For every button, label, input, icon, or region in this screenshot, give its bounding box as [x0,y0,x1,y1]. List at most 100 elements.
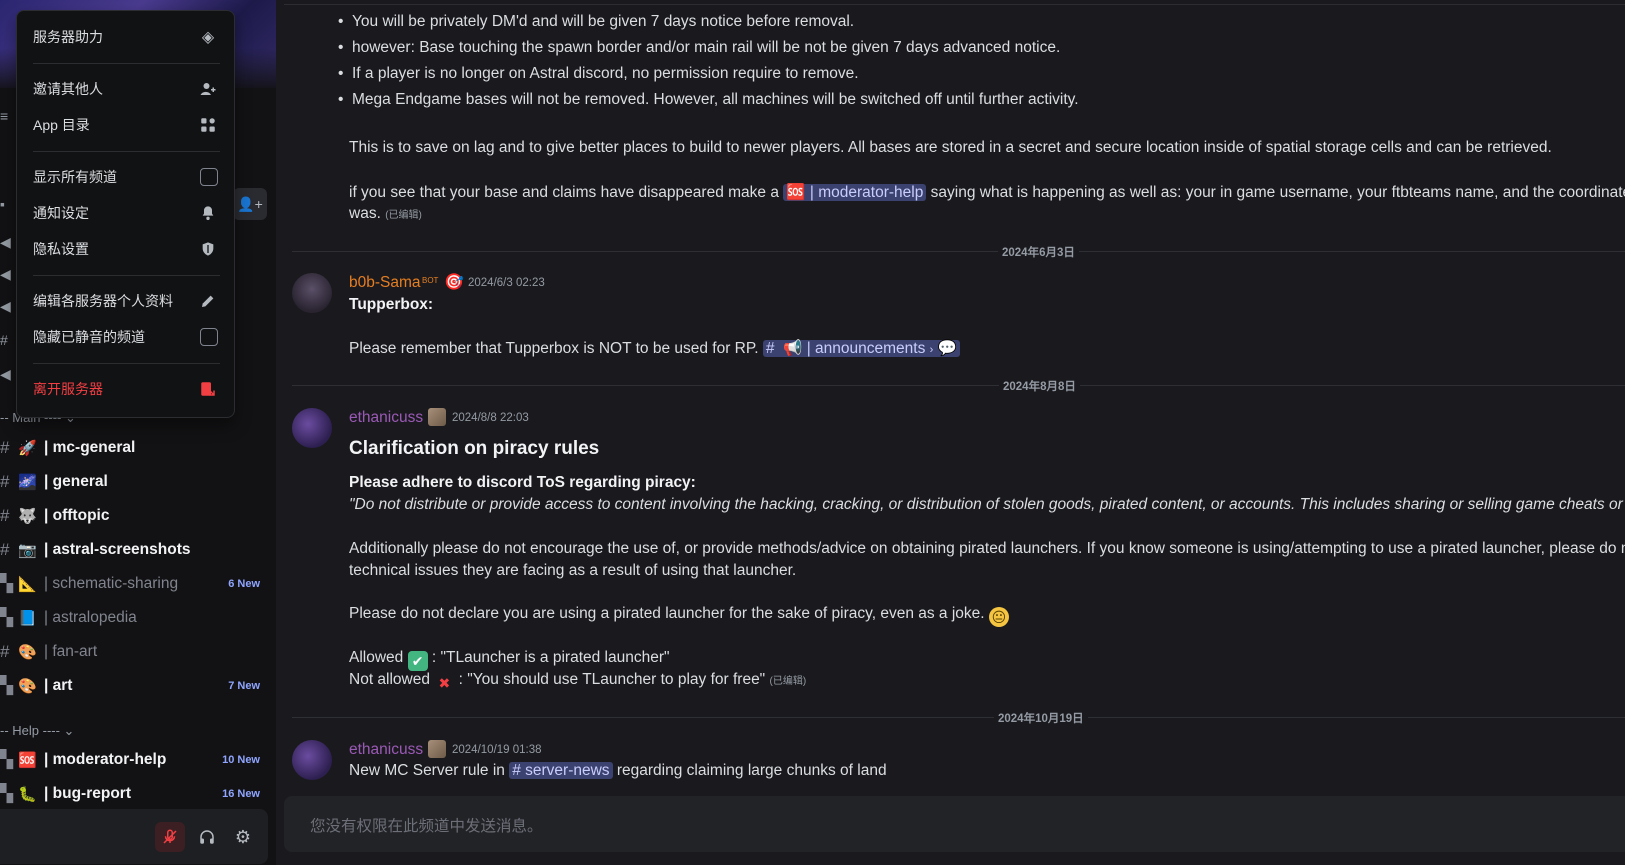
channel-astralopedia[interactable]: ▚ 📘 | astralopedia [0,603,266,633]
speaker-icon[interactable]: ◀ [0,234,11,251]
menu-item-hide-muted-channels[interactable]: 隐藏已静音的频道 [25,321,226,353]
mic-off-icon [163,829,177,844]
avatar[interactable] [292,740,332,780]
edited-tag: (已编辑) [769,676,807,687]
menu-item-show-all-channels[interactable]: 显示所有频道 [25,161,226,193]
invite-button[interactable]: 👤+ [233,188,267,220]
message-bullet: however: Base touching the spawn border … [338,39,1060,57]
message-text: New MC Server rule in # server-news rega… [349,762,887,780]
palette-icon: 🎨 [18,678,37,695]
channel-schematic-sharing[interactable]: ▚ 📐 | schematic-sharing 6 New [0,569,266,599]
menu-item-invite[interactable]: 邀请其他人 [25,73,226,105]
sos-icon: 🆘 [786,184,806,201]
checkbox[interactable] [200,328,218,346]
channel-name: | art [44,677,73,694]
megaphone-icon: 📢 [783,340,803,357]
username[interactable]: ethanicuss [349,741,423,759]
forum-icon: ▚ [0,676,14,695]
deafen-button[interactable] [192,822,222,852]
message-composer[interactable]: 您没有权限在此频道中发送消息。 [284,796,1625,852]
channel-mention-server-news[interactable]: # server-news [509,762,613,779]
channel-name: | schematic-sharing [44,575,179,592]
date-label: 2024年10月19日 [994,710,1088,726]
channel-fan-art[interactable]: # 🎨 | fan-art [0,637,266,667]
menu-item-server-boost[interactable]: 服务器助力 ◈ [25,21,226,53]
message-text: was. [349,205,381,222]
channel-mc-general[interactable]: # 🚀 | mc-general [0,433,266,463]
category-help[interactable]: -- Help ---- ⌄ [0,723,74,739]
message-text: Please do not declare you are using a pi… [349,605,985,622]
galaxy-icon: 🌌 [18,474,37,491]
message-text: Allowed ✔ : "TLauncher is a pirated laun… [349,649,670,671]
mention-label: | moderator-help [809,184,924,201]
sos-icon: 🆘 [18,752,37,769]
speaker-icon[interactable]: ◀ [0,298,11,315]
menu-separator [33,363,220,364]
menu-item-leave-server[interactable]: 离开服务器 [25,373,226,405]
message-text: Please adhere to discord ToS regarding p… [349,474,696,491]
rocket-icon: 🚀 [18,440,37,457]
username[interactable]: ethanicuss [349,409,423,427]
menu-item-label: 邀请其他人 [33,81,103,97]
channel-offtopic[interactable]: # 🐺 | offtopic [0,501,266,531]
channel-moderator-help[interactable]: ▚ 🆘 | moderator-help 10 New [0,745,266,775]
date-divider: 2024年10月19日 [292,710,1625,726]
channel-astral-screenshots[interactable]: # 📷 | astral-screenshots [0,535,266,565]
channel-art[interactable]: ▚ 🎨 | art 7 New [0,671,266,701]
hash-icon[interactable]: # [0,332,10,348]
role-icon: 🎯 [444,274,464,291]
channel-mention-moderator-help[interactable]: 🆘 | moderator-help [783,184,927,201]
timestamp: 2024/8/8 22:03 [452,412,529,424]
message-text: New MC Server rule in [349,762,505,779]
message-text: This is to save on lag and to give bette… [349,139,1552,156]
message-bullet: You will be privately DM'd and will be g… [338,13,854,31]
timestamp: 2024/6/3 02:23 [468,277,545,289]
menu-item-edit-server-profile[interactable]: 编辑各服务器个人资料 [25,285,226,317]
menu-item-app-directory[interactable]: App 目录 [25,109,226,141]
message-bullet: If a player is no longer on Astral disco… [338,65,859,83]
bug-icon: 🐛 [18,786,37,803]
menu-item-label: 隐私设置 [33,241,89,257]
menu-item-label: 编辑各服务器个人资料 [33,293,173,309]
channel-name: | mc-general [44,439,136,456]
mention-label: | announcements [806,340,926,357]
speaker-icon[interactable]: ◀ [0,366,11,383]
channel-mention-announcements[interactable]: # 📢 | announcements › 💬 [762,340,960,357]
menu-separator [33,275,220,276]
checkbox[interactable] [200,168,218,186]
channel-name: | astralopedia [44,609,137,626]
headphones-icon [200,830,214,844]
date-divider: 2024年8月8日 [292,378,1625,394]
role-icon [428,408,446,426]
neutral-face-icon: 😐 [988,607,1009,627]
add-user-icon [198,79,218,99]
book-icon: 📘 [18,610,37,627]
mute-mic-button[interactable] [155,822,185,852]
date-label: 2024年8月8日 [999,378,1080,394]
channel-bug-report[interactable]: ▚ 🐛 | bug-report 16 New [0,779,266,809]
menu-item-label: 离开服务器 [33,381,103,397]
forum-icon: ▚ [0,574,14,593]
menu-item-privacy-settings[interactable]: 隐私设置 [25,233,226,265]
timestamp: 2024/10/19 01:38 [452,744,542,756]
check-mark-icon: ✔ [407,651,428,671]
message-text: was. (已编辑) [349,205,422,223]
channel-icon[interactable]: ▪ [0,196,10,212]
thread-icon: 💬 [937,340,957,357]
avatar[interactable] [292,273,332,313]
user-settings-button[interactable]: ⚙ [228,822,258,852]
new-badge: 6 New [228,578,260,590]
shield-icon [198,239,218,259]
message-text: Please remember that Tupperbox is NOT to… [349,340,759,357]
menu-item-notification-settings[interactable]: 通知设定 [25,197,226,229]
username[interactable]: b0b-Sama [349,274,421,292]
new-badge: 10 New [222,754,260,766]
menu-icon[interactable]: ≡ [0,108,10,124]
composer-placeholder: 您没有权限在此频道中发送消息。 [310,818,543,835]
wolf-icon: 🐺 [18,508,37,525]
avatar[interactable] [292,408,332,448]
speaker-icon[interactable]: ◀ [0,266,11,283]
message-bullet: Mega Endgame bases will not be removed. … [338,91,1079,109]
channel-general[interactable]: # 🌌 | general [0,467,266,497]
leave-icon [198,379,218,399]
